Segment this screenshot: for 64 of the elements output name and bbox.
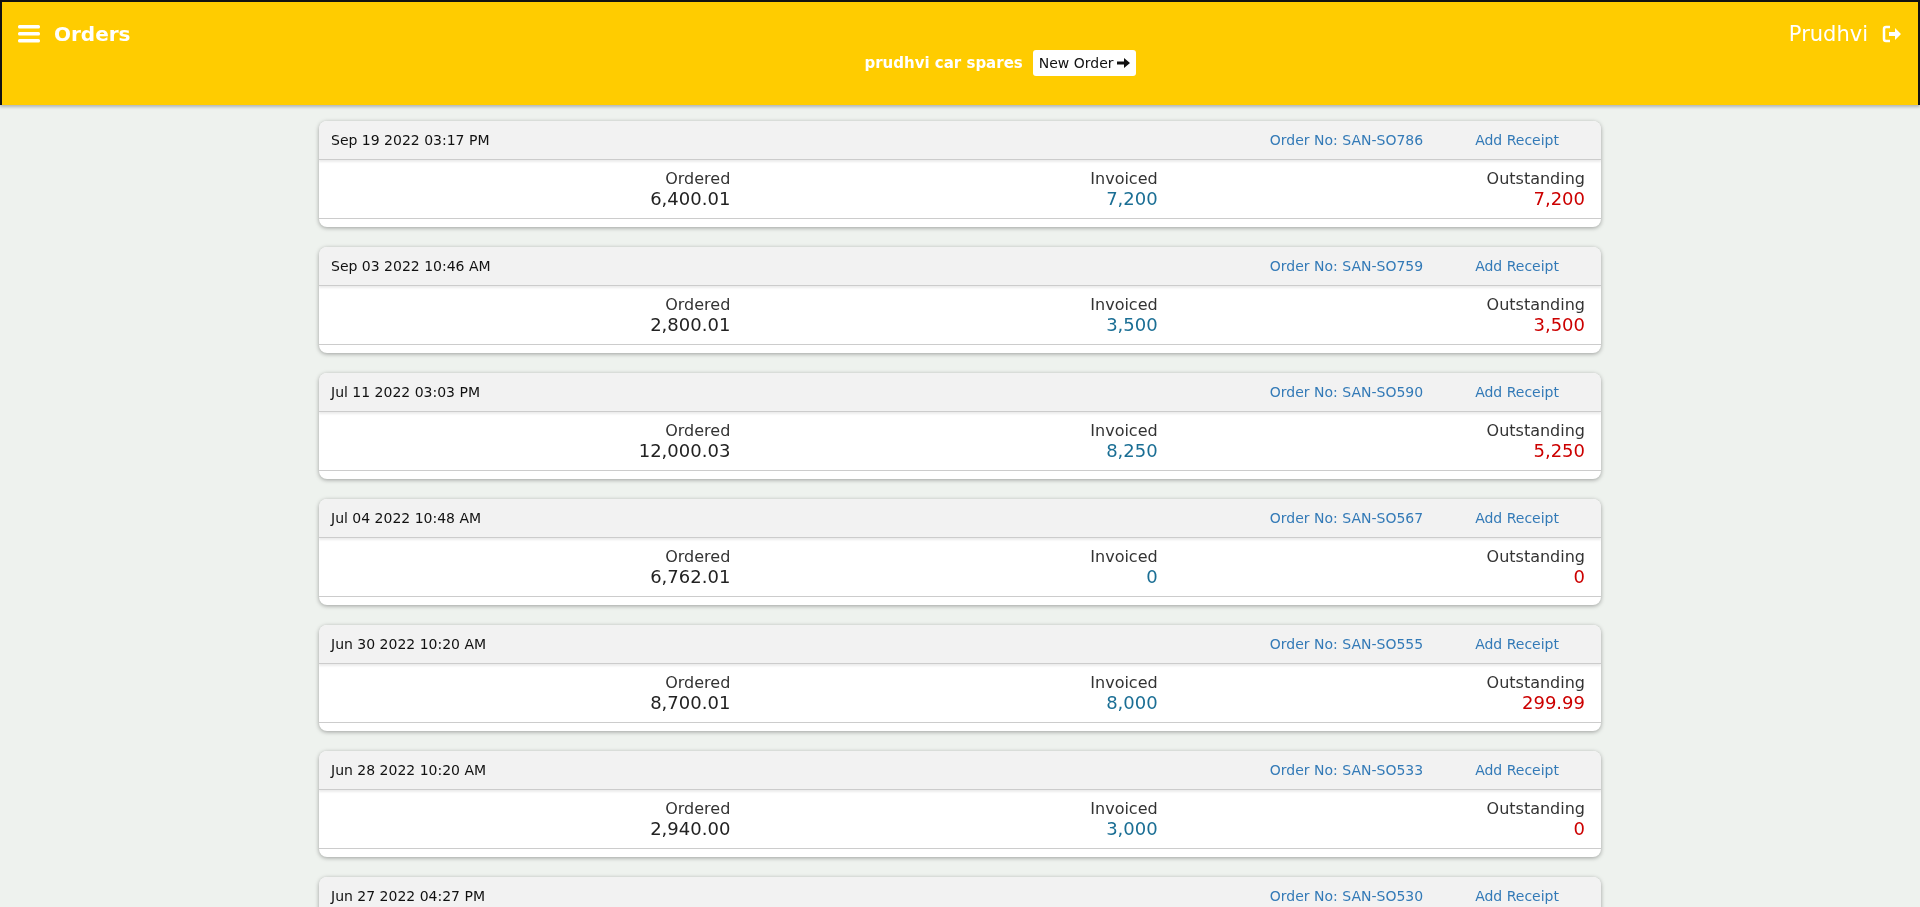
order-date: Jun 30 2022 10:20 AM <box>331 636 488 652</box>
outstanding-label: Outstanding <box>1486 547 1585 566</box>
order-date: Jun 27 2022 04:27 PM <box>331 888 486 904</box>
ordered-label: Ordered <box>665 295 731 314</box>
menu-icon[interactable] <box>18 25 40 43</box>
invoiced-label: Invoiced <box>1090 169 1158 188</box>
ordered-label: Ordered <box>665 799 731 818</box>
ordered-label: Ordered <box>665 169 731 188</box>
add-receipt-link[interactable]: Add Receipt <box>1475 258 1559 274</box>
order-number-link[interactable]: Order No: SAN-SO555 <box>1269 636 1424 652</box>
ordered-amount: 2,800.01 <box>650 314 731 335</box>
add-receipt-link[interactable]: Add Receipt <box>1475 384 1559 400</box>
company-name: prudhvi car spares <box>864 54 1023 72</box>
add-receipt-link[interactable]: Add Receipt <box>1475 132 1559 148</box>
invoiced-amount: 7,200 <box>1106 188 1158 209</box>
invoiced-label: Invoiced <box>1090 673 1158 692</box>
ordered-label: Ordered <box>665 421 731 440</box>
add-receipt-link[interactable]: Add Receipt <box>1475 510 1559 526</box>
ordered-amount: 2,940.00 <box>650 818 731 839</box>
order-number-link[interactable]: Order No: SAN-SO759 <box>1269 258 1424 274</box>
ordered-amount: 8,700.01 <box>650 692 731 713</box>
invoiced-label: Invoiced <box>1090 547 1158 566</box>
order-number-link[interactable]: Order No: SAN-SO533 <box>1269 762 1424 778</box>
add-receipt-link[interactable]: Add Receipt <box>1475 762 1559 778</box>
user-name: Prudhvi <box>1788 22 1868 46</box>
arrow-icon <box>1116 57 1130 69</box>
outstanding-amount: 7,200 <box>1533 188 1585 209</box>
order-date: Sep 19 2022 03:17 PM <box>331 132 491 148</box>
outstanding-label: Outstanding <box>1486 169 1585 188</box>
add-receipt-link[interactable]: Add Receipt <box>1475 636 1559 652</box>
invoiced-amount: 0 <box>1146 566 1158 587</box>
ordered-amount: 6,400.01 <box>650 188 731 209</box>
order-date: Jul 04 2022 10:48 AM <box>331 510 483 526</box>
order-number-link[interactable]: Order No: SAN-SO786 <box>1269 132 1424 148</box>
invoiced-amount: 3,500 <box>1106 314 1158 335</box>
order-date: Sep 03 2022 10:46 AM <box>331 258 492 274</box>
add-receipt-link[interactable]: Add Receipt <box>1475 888 1559 904</box>
ordered-amount: 12,000.03 <box>638 440 731 461</box>
page-title: Orders <box>54 22 131 46</box>
outstanding-label: Outstanding <box>1486 673 1585 692</box>
invoiced-amount: 8,000 <box>1106 692 1158 713</box>
order-date: Jul 11 2022 03:03 PM <box>331 384 481 400</box>
invoiced-amount: 8,250 <box>1106 440 1158 461</box>
outstanding-amount: 299.99 <box>1522 692 1585 713</box>
ordered-amount: 6,762.01 <box>650 566 731 587</box>
outstanding-amount: 0 <box>1573 566 1585 587</box>
outstanding-amount: 0 <box>1573 818 1585 839</box>
order-number-link[interactable]: Order No: SAN-SO567 <box>1269 510 1424 526</box>
invoiced-label: Invoiced <box>1090 799 1158 818</box>
outstanding-label: Outstanding <box>1486 421 1585 440</box>
ordered-label: Ordered <box>665 673 731 692</box>
outstanding-amount: 5,250 <box>1533 440 1585 461</box>
outstanding-label: Outstanding <box>1486 799 1585 818</box>
invoiced-label: Invoiced <box>1090 421 1158 440</box>
invoiced-amount: 3,000 <box>1106 818 1158 839</box>
logout-icon[interactable] <box>1882 25 1902 43</box>
ordered-label: Ordered <box>665 547 731 566</box>
order-number-link[interactable]: Order No: SAN-SO590 <box>1269 384 1424 400</box>
order-number-link[interactable]: Order No: SAN-SO530 <box>1269 888 1424 904</box>
order-date: Jun 28 2022 10:20 AM <box>331 762 488 778</box>
outstanding-label: Outstanding <box>1486 295 1585 314</box>
new-order-button[interactable]: New Order <box>1032 50 1136 76</box>
invoiced-label: Invoiced <box>1090 295 1158 314</box>
outstanding-amount: 3,500 <box>1533 314 1585 335</box>
